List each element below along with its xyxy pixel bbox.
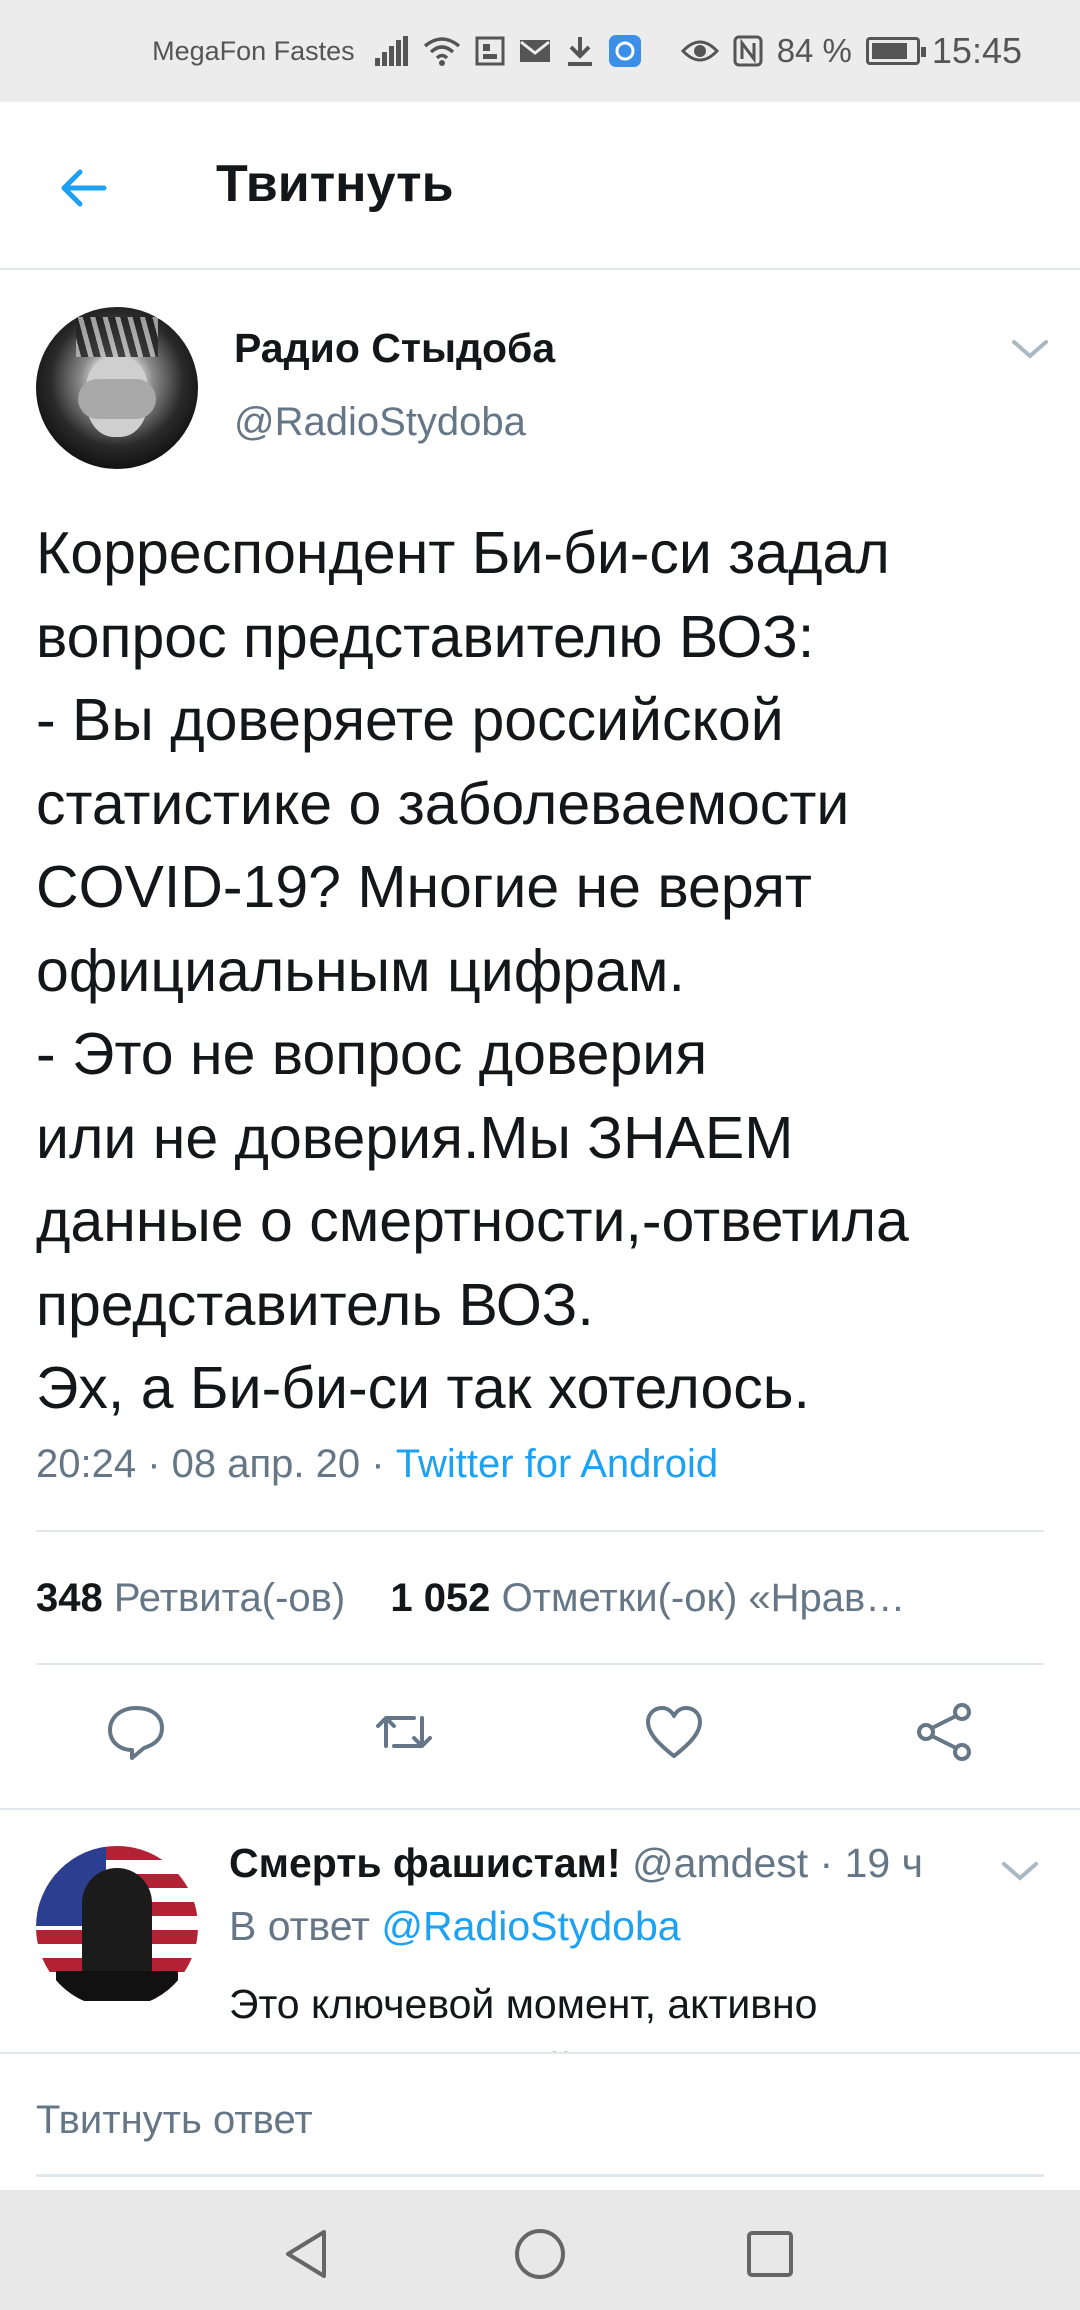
avatar-crown-shape [76,317,158,357]
author-avatar[interactable] [36,307,198,469]
signal-icon [374,36,409,66]
reply-author-name[interactable]: Смерть фашистам! [229,1840,621,1886]
tweet-text: Корреспондент Би-би-си задал вопрос пред… [36,520,909,1421]
reply-tweet[interactable]: Смерть фашистам! @amdest · 19 ч В ответ … [0,1840,1080,2052]
reply-input[interactable]: Твитнуть ответ [36,2098,313,2143]
reply-button[interactable] [104,1700,168,1764]
eye-icon [680,37,719,65]
reply-text: Это ключевой момент, активно эксплуатиру… [229,1981,904,2052]
chevron-down-icon [1002,1862,1038,1881]
nav-back-button[interactable] [280,2226,336,2282]
reply-to-mention[interactable]: @RadioStydoba [381,1903,680,1949]
retweets-stat[interactable]: 348 Ретвита(-ов) [36,1576,345,1620]
reply-header: Смерть фашистам! @amdest · 19 ч [229,1840,923,1887]
comment-icon [108,1706,164,1760]
like-button[interactable] [642,1700,706,1764]
tweet-source-link[interactable]: Twitter for Android [396,1442,718,1486]
square-recents-icon [747,2231,793,2277]
retweet-icon [376,1716,432,1748]
retweets-count: 348 [36,1576,103,1620]
tweet-meta: 20:24 · 08 апр. 20 · Twitter for Android [36,1442,718,1487]
reply-author-handle[interactable]: @amdest [632,1840,808,1886]
wifi-icon [423,36,461,66]
avatar-figure-shape [82,1868,152,1978]
battery-level-fill [871,43,907,59]
divider [36,1530,1044,1532]
mail-icon [519,38,551,64]
reply-options-button[interactable] [1000,1856,1040,1886]
tweet-actions [0,1700,1080,1770]
nav-home-button[interactable] [512,2226,568,2282]
reply-age: 19 ч [844,1840,923,1886]
meta-separator: · [147,1442,172,1486]
avatar-caption-band [56,1971,178,2001]
retweets-label: Ретвита(-ов) [113,1576,346,1620]
app-notification-icon [608,35,641,67]
avatar-hands-shape [78,379,156,419]
author-handle[interactable]: @RadioStydoba [234,400,526,445]
triangle-back-icon [286,2230,326,2278]
tweet-time: 20:24 [36,1442,137,1486]
page-title: Твитнуть [216,155,454,213]
nfc-icon [733,35,763,67]
back-button[interactable] [54,158,114,218]
author-name[interactable]: Радио Стыдоба [234,325,555,372]
likes-count: 1 052 [390,1576,491,1620]
system-navigation-bar [0,2190,1080,2310]
share-icon [917,1703,971,1761]
status-bar: MegaFon Fastes 84 % 15:45 [0,0,1080,102]
meta-separator: · [819,1840,845,1886]
tweet-stats: 348 Ретвита(-ов) 1 052 Отметки(-ок) «Нра… [36,1576,905,1621]
clock: 15:45 [931,30,1022,71]
reply-author-avatar[interactable] [36,1846,198,2008]
chevron-down-icon [1012,340,1048,359]
battery-icon [865,37,926,65]
battery-percent: 84 % [776,32,852,69]
gallery-icon [475,36,505,66]
section-divider [0,1808,1080,1810]
reply-context: В ответ @RadioStydoba [229,1903,681,1950]
top-app-bar: Твитнуть [0,102,1080,270]
reply-compose-bar: Твитнуть ответ [0,2052,1080,2190]
heart-icon [646,1706,702,1758]
circle-home-icon [515,2229,565,2279]
input-underline [36,2174,1044,2177]
meta-separator: · [371,1442,396,1486]
carrier-name: MegaFon Fastes [152,35,355,66]
back-arrow-icon [61,169,107,207]
likes-label: Отметки(-ок) «Нрав… [501,1576,906,1620]
retweet-button[interactable] [372,1700,436,1764]
divider [36,1663,1044,1665]
tweet-options-button[interactable] [1010,334,1050,364]
share-button[interactable] [912,1700,976,1764]
nav-recents-button[interactable] [742,2226,798,2282]
likes-stat[interactable]: 1 052 Отметки(-ок) «Нрав… [390,1576,905,1620]
tweet-date: 08 апр. 20 [171,1442,361,1486]
reply-to-prefix: В ответ [229,1903,370,1949]
download-icon [565,35,595,67]
